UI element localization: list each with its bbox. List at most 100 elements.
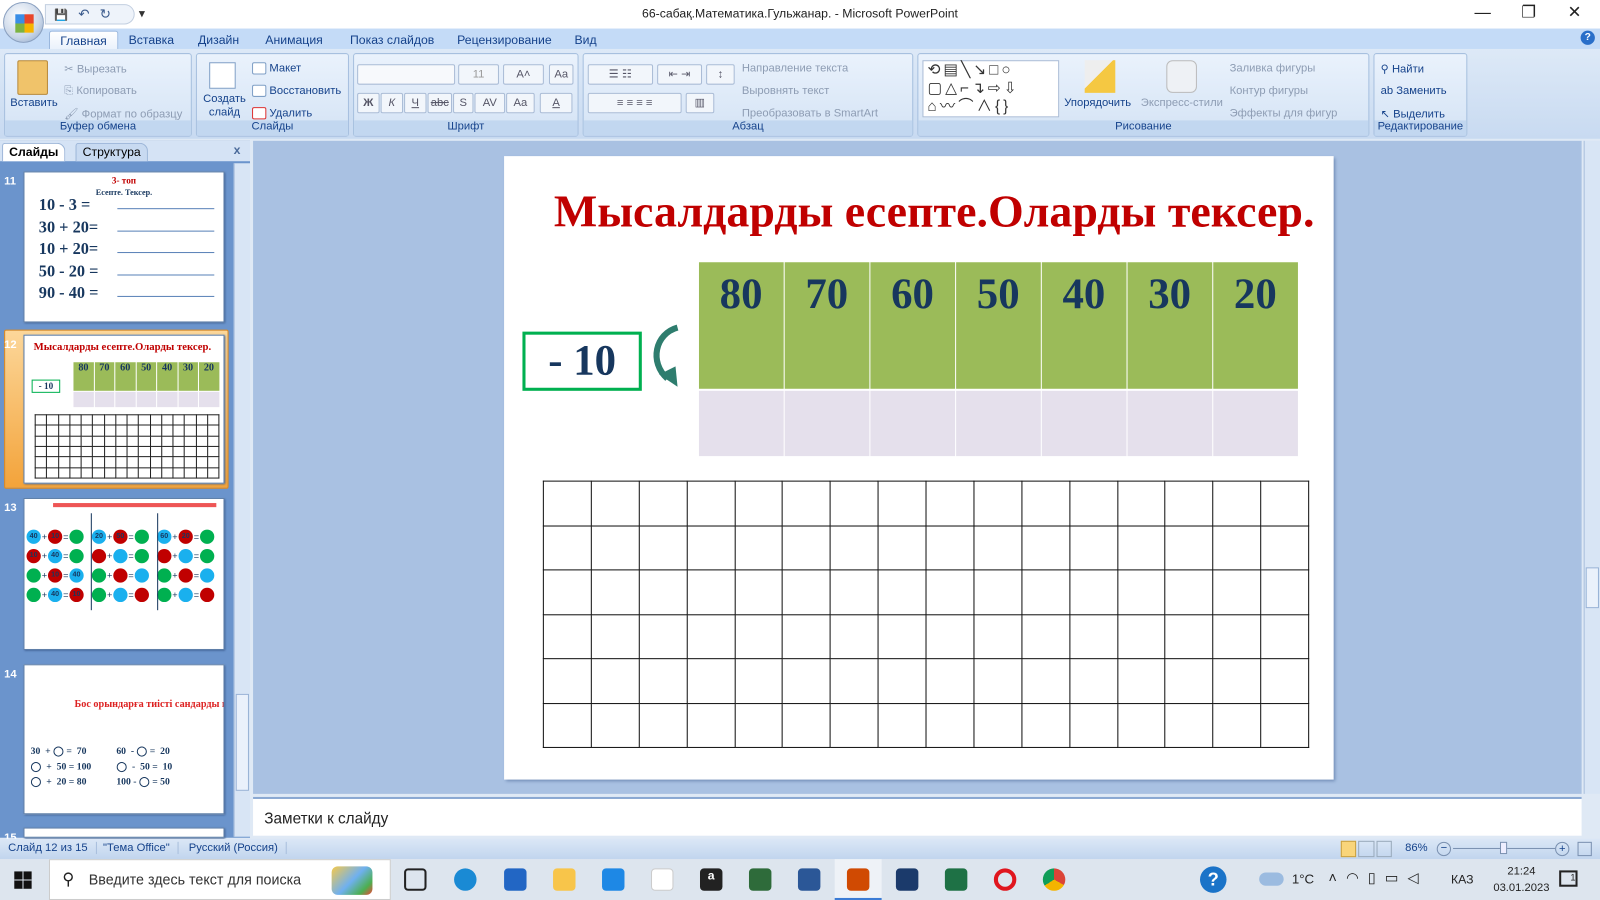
grid-cell[interactable] (1260, 658, 1310, 704)
grid-cell[interactable] (1068, 480, 1118, 527)
grid-cell[interactable] (877, 480, 927, 527)
keyboard-language[interactable]: КАЗ (1451, 872, 1474, 886)
grid-cell[interactable] (542, 702, 592, 748)
grid-cell[interactable] (1164, 525, 1214, 571)
delete-slide-button[interactable]: Удалить (252, 107, 312, 120)
answer-cell[interactable] (1127, 390, 1212, 457)
grid-cell[interactable] (925, 613, 975, 660)
grid-cell[interactable] (734, 658, 784, 704)
grid-cell[interactable] (1116, 525, 1166, 571)
office-button[interactable] (3, 2, 44, 43)
font-name-select[interactable] (357, 64, 456, 85)
grid-cell[interactable] (1068, 702, 1118, 748)
save-icon[interactable]: 💾 (54, 8, 68, 21)
grid-cell[interactable] (542, 613, 592, 660)
shape-fill-button[interactable]: Заливка фигуры (1230, 62, 1316, 74)
grid-cell[interactable] (1116, 613, 1166, 660)
normal-view-icon[interactable] (1340, 840, 1357, 858)
grid-cell[interactable] (734, 525, 784, 571)
grid-cell[interactable] (1021, 480, 1071, 527)
minimize-button[interactable]: — (1459, 2, 1506, 26)
dropbox-icon[interactable] (651, 868, 674, 891)
tab-6[interactable]: Вид (564, 31, 607, 51)
grid-cell[interactable] (1212, 702, 1262, 748)
notes-pane[interactable]: Заметки к слайду (253, 796, 1582, 836)
slide-title[interactable]: Мысалдарды есепте.Оларды тексер. (504, 185, 1334, 238)
grid-cell[interactable] (1212, 613, 1262, 660)
number-cell[interactable]: 80 (698, 262, 784, 389)
chrome-icon[interactable] (1042, 868, 1066, 891)
grid-cell[interactable] (1116, 702, 1166, 748)
answer-cell[interactable] (1213, 390, 1298, 457)
font-color-button[interactable]: A (539, 92, 573, 114)
file-explorer-icon[interactable] (553, 868, 576, 891)
grid-cell[interactable] (1164, 569, 1214, 615)
powerpoint-taskbar-button[interactable] (834, 859, 882, 900)
main-scrollbar[interactable] (1583, 140, 1600, 794)
format-painter-button[interactable]: 🖌 Формат по образцу (64, 107, 182, 120)
copy-button[interactable]: ⎘ Копировать (64, 85, 137, 98)
grid-cell[interactable] (829, 480, 879, 527)
number-cell[interactable]: 20 (1213, 262, 1298, 389)
grid-cell[interactable] (1260, 480, 1310, 527)
grid-cell[interactable] (925, 658, 975, 704)
grid-cell[interactable] (1068, 658, 1118, 704)
grid-cell[interactable] (782, 613, 831, 660)
slide-thumbnail-11[interactable]: 3- топ Есепте. Тексер. 10 - 3 = 30 + 20= 1… (23, 171, 225, 323)
grid-cell[interactable] (1164, 480, 1214, 527)
help-app-icon[interactable]: ? (1199, 866, 1227, 893)
align-text-button[interactable]: Выровнять текст (742, 85, 829, 97)
grid-cell[interactable] (1068, 525, 1118, 571)
grid-cell[interactable] (877, 658, 927, 704)
slide-thumbnail-12[interactable]: Мысалдарды есепте.Оларды тексер. - 10 80… (23, 334, 225, 484)
tab-slides[interactable]: Слайды (2, 142, 66, 162)
italic-button[interactable]: К (380, 92, 404, 114)
grid-cell[interactable] (590, 525, 640, 571)
grid-cell[interactable] (1260, 569, 1310, 615)
select-button[interactable]: ↖ Выделить (1381, 107, 1445, 120)
grid-cell[interactable] (1212, 480, 1262, 527)
grid-cell[interactable] (1021, 525, 1071, 571)
grid-cell[interactable] (877, 569, 927, 615)
grid-cell[interactable] (686, 480, 736, 527)
grid-cell[interactable] (1164, 702, 1214, 748)
grid-cell[interactable] (829, 658, 879, 704)
shapes-gallery[interactable]: ⟲▤╲↘□○ ▢△⌐↴⇨⇩ ⌂〰⌒∧{} (922, 60, 1060, 118)
text-direction-button[interactable]: Направление текста (742, 62, 848, 74)
grid-cell[interactable] (925, 480, 975, 527)
customize-qat-button[interactable]: ▾ (139, 6, 145, 20)
slide-canvas[interactable]: Мысалдарды есепте.Оларды тексер. - 10 80… (504, 156, 1334, 780)
grid-cell[interactable] (925, 569, 975, 615)
grid-cell[interactable] (734, 702, 784, 748)
grid-cell[interactable] (1021, 658, 1071, 704)
grid-cell[interactable] (686, 658, 736, 704)
taskbar-search-box[interactable]: ⚲ Введите здесь текст для поиска (48, 859, 391, 900)
start-windows-icon[interactable] (14, 871, 32, 889)
shadow-button[interactable]: S (453, 92, 474, 114)
grid-cell[interactable] (877, 613, 927, 660)
mail-icon[interactable] (602, 868, 625, 891)
pane-scrollbar[interactable] (233, 163, 250, 837)
tab-3[interactable]: Анимация (255, 31, 333, 51)
quick-styles-button[interactable]: Экспресс-стили (1141, 97, 1223, 109)
number-cell[interactable]: 40 (1041, 262, 1127, 389)
grid-cell[interactable] (973, 702, 1023, 748)
clear-format-button[interactable]: Aa (548, 64, 574, 85)
notifications-icon[interactable]: 1 (1559, 870, 1578, 887)
clock[interactable]: 21:24 03.01.2023 (1486, 863, 1557, 896)
grid-cell[interactable] (1021, 613, 1071, 660)
answer-cell[interactable] (870, 390, 955, 457)
list-buttons[interactable]: ☰ ☷ (587, 64, 654, 85)
grid-cell[interactable] (1021, 702, 1071, 748)
grid-cell[interactable] (542, 525, 592, 571)
grid-cell[interactable] (1164, 613, 1214, 660)
columns-button[interactable]: ▥ (685, 92, 715, 114)
grid-cell[interactable] (1021, 569, 1071, 615)
underline-button[interactable]: Ч (404, 92, 427, 114)
tripadvisor-icon[interactable] (748, 868, 772, 891)
main-scroll-thumb[interactable] (1585, 567, 1599, 609)
grid-cell[interactable] (1068, 613, 1118, 660)
grid-cell[interactable] (686, 702, 736, 748)
zoom-slider-thumb[interactable] (1499, 841, 1508, 855)
grid-cell[interactable] (829, 702, 879, 748)
